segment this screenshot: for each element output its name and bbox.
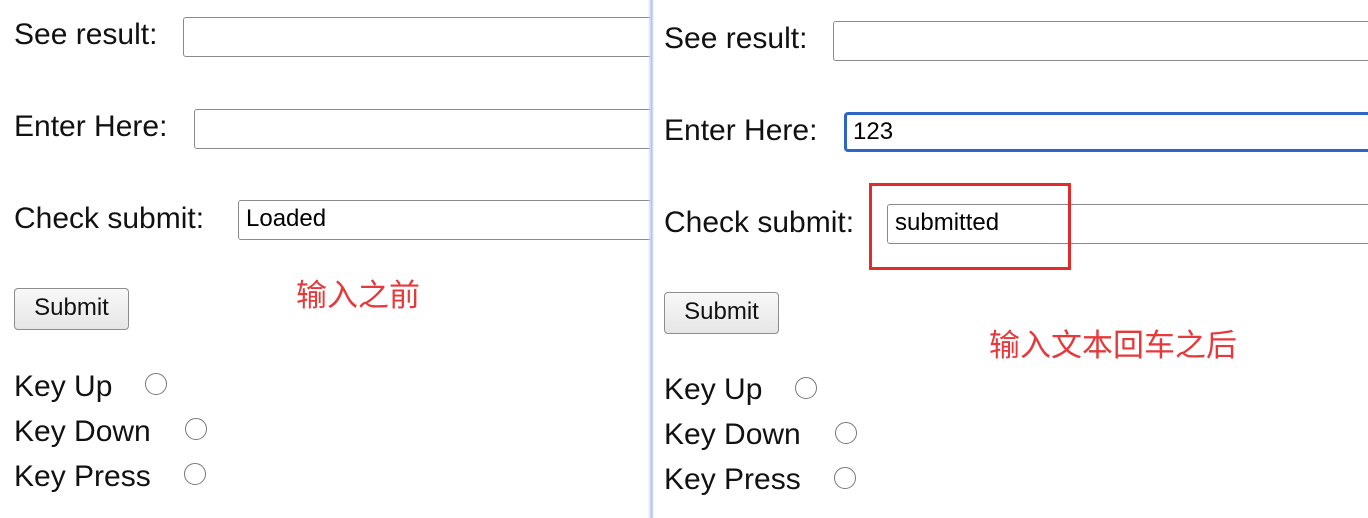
highlight-box [869,183,1071,270]
enter-here-label: Enter Here: [664,114,818,147]
panel-divider [648,0,654,518]
see-result-input[interactable] [833,21,1368,61]
check-submit-label: Check submit: [14,202,205,235]
enter-here-input[interactable] [194,109,652,149]
before-panel: See result: Enter Here: Check submit: Lo… [0,0,652,518]
check-submit-input[interactable]: Loaded [238,200,652,240]
before-annotation: 输入之前 [296,278,420,313]
see-result-label: See result: [664,22,808,55]
key-up-radio[interactable] [145,373,167,395]
key-press-radio[interactable] [834,467,856,489]
key-up-radio[interactable] [795,377,817,399]
key-down-radio[interactable] [185,418,207,440]
check-submit-label: Check submit: [664,206,855,239]
key-up-label: Key Up [14,370,113,403]
see-result-label: See result: [14,18,158,51]
enter-here-input[interactable]: 123 [844,112,1368,152]
key-press-label: Key Press [664,463,801,496]
key-press-label: Key Press [14,460,151,493]
see-result-input[interactable] [183,17,652,57]
key-down-radio[interactable] [835,422,857,444]
submit-button[interactable]: Submit [664,292,779,334]
key-down-label: Key Down [664,418,801,451]
enter-here-label: Enter Here: [14,110,168,143]
submit-button[interactable]: Submit [14,288,129,330]
after-panel: See result: Enter Here: 123 Check submit… [652,0,1368,518]
key-press-radio[interactable] [184,463,206,485]
key-down-label: Key Down [14,415,151,448]
key-up-label: Key Up [664,373,763,406]
after-annotation: 输入文本回车之后 [989,328,1237,363]
